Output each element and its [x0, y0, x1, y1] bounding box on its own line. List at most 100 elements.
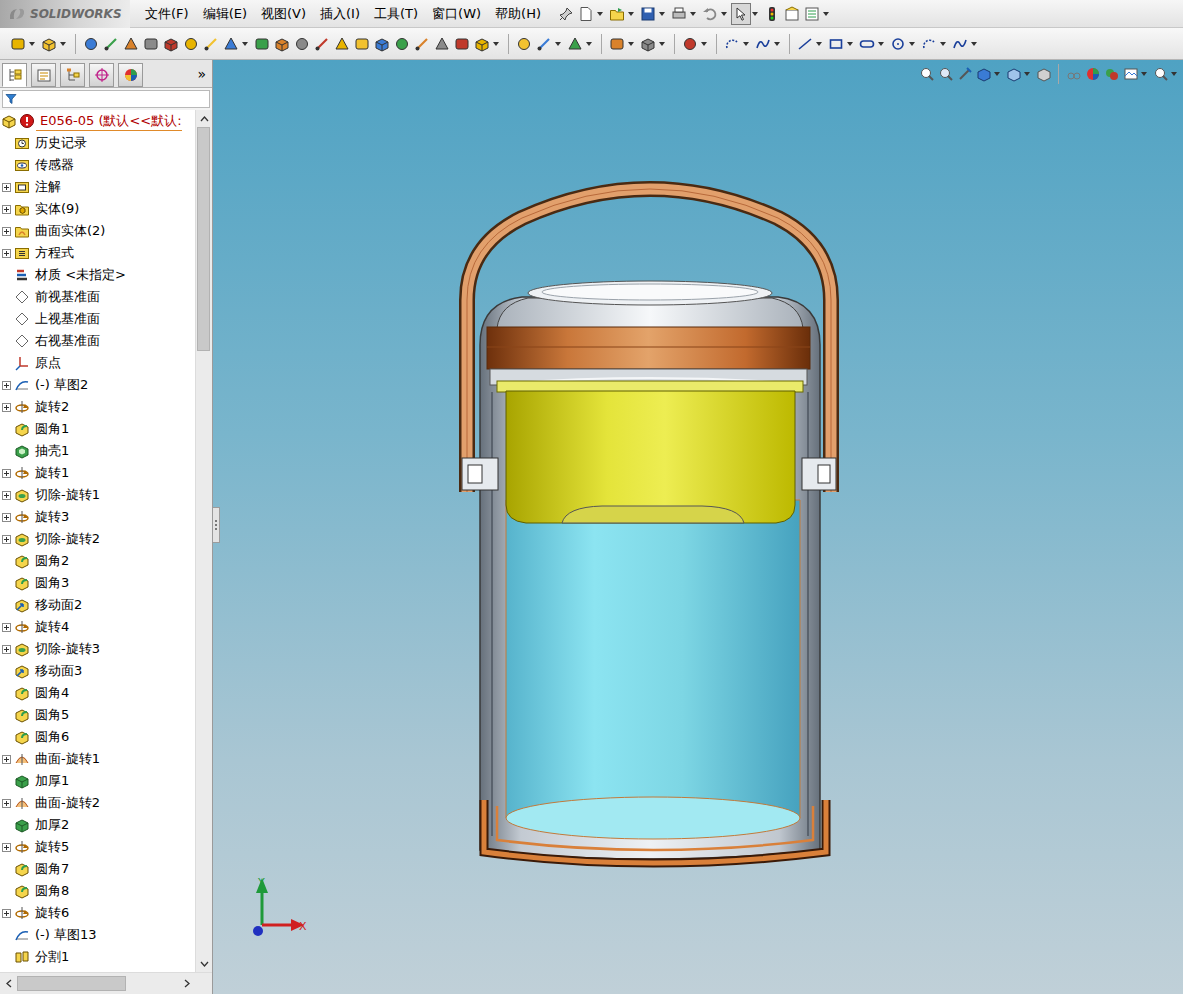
tree-root-label[interactable]: E056-05 (默认<<默认:	[36, 111, 182, 131]
dropdown-arrow[interactable]	[659, 42, 665, 46]
panel-collapse-handle[interactable]	[213, 507, 220, 543]
panel-tab[interactable]	[60, 63, 85, 87]
dropdown-arrow[interactable]	[971, 42, 977, 46]
tree-item[interactable]: 圆角5	[0, 704, 195, 726]
tree-item-label[interactable]: 加厚1	[31, 770, 69, 792]
tool-button[interactable]	[121, 33, 141, 55]
tree-item-label[interactable]: 圆角2	[31, 550, 69, 572]
tree-item-label[interactable]: 曲面-旋转2	[31, 792, 100, 814]
expand-toggle[interactable]	[0, 469, 13, 478]
tree-item-label[interactable]: 移动面2	[31, 594, 82, 616]
tool-button[interactable]	[974, 63, 993, 85]
tool-button[interactable]	[722, 33, 742, 55]
scroll-left-button[interactable]	[0, 974, 17, 994]
tree-item[interactable]: 切除-旋转3	[0, 638, 195, 660]
tree-item[interactable]: 旋转2	[0, 396, 195, 418]
tree-item-label[interactable]: 圆角1	[31, 418, 69, 440]
menu-item[interactable]: 视图(V)	[254, 0, 313, 28]
tree-item[interactable]: 方程式	[0, 242, 195, 264]
tree-item-label[interactable]: 旋转6	[31, 902, 69, 924]
more-tabs-button[interactable]: »	[193, 63, 210, 85]
dropdown-arrow[interactable]	[721, 12, 727, 16]
tree-item[interactable]: 圆角1	[0, 418, 195, 440]
expand-toggle[interactable]	[0, 909, 13, 918]
menu-item[interactable]: 插入(I)	[313, 0, 367, 28]
tool-button[interactable]	[332, 33, 352, 55]
save-button[interactable]	[638, 3, 658, 25]
graphics-viewport[interactable]: Y X	[213, 60, 1183, 994]
tool-button[interactable]	[638, 33, 658, 55]
expand-toggle[interactable]	[0, 843, 13, 852]
tool-button[interactable]	[1102, 63, 1121, 85]
tree-item[interactable]: 圆角4	[0, 682, 195, 704]
tree-item[interactable]: 圆角8	[0, 880, 195, 902]
tree-item-label[interactable]: 旋转4	[31, 616, 69, 638]
tree-item[interactable]: 材质 <未指定>	[0, 264, 195, 286]
tool-button[interactable]	[252, 33, 272, 55]
tree-item-label[interactable]: 曲面-旋转1	[31, 748, 100, 770]
tree-item[interactable]: 上视基准面	[0, 308, 195, 330]
tool-button[interactable]	[795, 33, 815, 55]
dropdown-arrow[interactable]	[743, 42, 749, 46]
menu-item[interactable]: 编辑(E)	[196, 0, 254, 28]
panel-tab[interactable]	[31, 63, 56, 87]
menu-item[interactable]: 窗口(W)	[425, 0, 488, 28]
filter-field[interactable]	[2, 90, 210, 108]
tool-button[interactable]	[39, 33, 59, 55]
tool-button[interactable]	[857, 33, 877, 55]
tree-item-label[interactable]: 圆角7	[31, 858, 69, 880]
tree-item-label[interactable]: (-) 草图13	[31, 924, 97, 946]
expand-toggle[interactable]	[0, 623, 13, 632]
panel-tab[interactable]	[89, 63, 114, 87]
tree-item[interactable]: 曲面-旋转2	[0, 792, 195, 814]
dropdown-arrow[interactable]	[909, 42, 915, 46]
tool-button[interactable]	[81, 33, 101, 55]
tool-button[interactable]	[534, 33, 554, 55]
expand-toggle[interactable]	[0, 799, 13, 808]
tree-item-label[interactable]: 切除-旋转3	[31, 638, 100, 660]
dropdown-arrow[interactable]	[1171, 72, 1177, 76]
tree-item-label[interactable]: 曲面实体(2)	[31, 220, 105, 242]
dropdown-arrow[interactable]	[555, 42, 561, 46]
tree-item-label[interactable]: (-) 草图2	[31, 374, 88, 396]
tool-button[interactable]	[101, 33, 121, 55]
tree-item[interactable]: 曲面实体(2)	[0, 220, 195, 242]
dropdown-arrow[interactable]	[659, 12, 665, 16]
tree-item[interactable]: 加厚2	[0, 814, 195, 836]
dropdown-arrow[interactable]	[60, 42, 66, 46]
file-properties-button[interactable]	[782, 3, 802, 25]
rebuild-button[interactable]	[762, 3, 782, 25]
tool-button[interactable]	[1004, 63, 1023, 85]
tool-button[interactable]	[412, 33, 432, 55]
tree-root[interactable]: E056-05 (默认<<默认:	[0, 110, 195, 132]
dropdown-arrow[interactable]	[586, 42, 592, 46]
tree-item-label[interactable]: 切除-旋转1	[31, 484, 100, 506]
undo-button[interactable]	[700, 3, 720, 25]
options-button[interactable]	[802, 3, 822, 25]
tree-item[interactable]: 旋转5	[0, 836, 195, 858]
tool-button[interactable]	[514, 33, 534, 55]
expand-toggle[interactable]	[0, 755, 13, 764]
expand-toggle[interactable]	[0, 183, 13, 192]
expand-toggle[interactable]	[0, 249, 13, 258]
panel-tab[interactable]	[2, 63, 27, 87]
dropdown-arrow[interactable]	[994, 72, 1000, 76]
dropdown-arrow[interactable]	[690, 12, 696, 16]
scroll-track[interactable]	[196, 127, 212, 955]
scroll-thumb[interactable]	[197, 127, 210, 351]
tree-item-label[interactable]: 历史记录	[31, 132, 87, 154]
tool-button[interactable]	[372, 33, 392, 55]
tree-item[interactable]: 圆角3	[0, 572, 195, 594]
tool-button[interactable]	[888, 33, 908, 55]
open-folder-button[interactable]	[607, 3, 627, 25]
dropdown-arrow[interactable]	[752, 12, 758, 16]
thermos-model[interactable]: Y X	[213, 60, 1183, 994]
dropdown-arrow[interactable]	[774, 42, 780, 46]
dropdown-arrow[interactable]	[242, 42, 248, 46]
tool-button[interactable]	[1064, 63, 1083, 85]
expand-toggle[interactable]	[0, 535, 13, 544]
expand-toggle[interactable]	[0, 645, 13, 654]
tool-button[interactable]	[292, 33, 312, 55]
tree-item[interactable]: 旋转1	[0, 462, 195, 484]
tree-item[interactable]: 抽壳1	[0, 440, 195, 462]
